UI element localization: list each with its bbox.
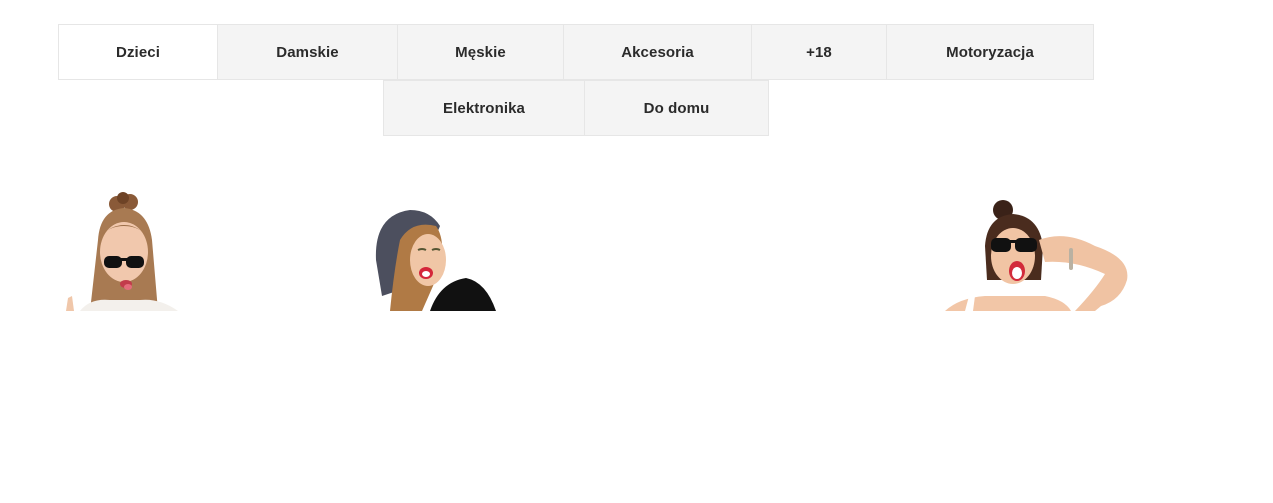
tab-meskie[interactable]: Męskie [397, 24, 564, 80]
product-image-1[interactable] [60, 170, 200, 311]
tab-damskie[interactable]: Damskie [217, 24, 398, 80]
product-image-3[interactable] [945, 170, 1135, 311]
category-tabs-row-2: Elektronika Do domu [383, 80, 769, 136]
category-tabs-row-1: Dzieci Damskie Męskie Akcesoria +18 Moto… [58, 24, 1094, 80]
tab-do-domu[interactable]: Do domu [584, 80, 769, 136]
tab-plus-18[interactable]: +18 [751, 24, 887, 80]
product-grid [0, 170, 1273, 311]
tab-elektronika[interactable]: Elektronika [383, 80, 585, 136]
tab-dzieci[interactable]: Dzieci [58, 24, 218, 80]
product-image-2[interactable] [370, 170, 520, 311]
tab-motoryzacja[interactable]: Motoryzacja [886, 24, 1094, 80]
tab-akcesoria[interactable]: Akcesoria [563, 24, 752, 80]
page: Dzieci Damskie Męskie Akcesoria +18 Moto… [0, 0, 1273, 503]
